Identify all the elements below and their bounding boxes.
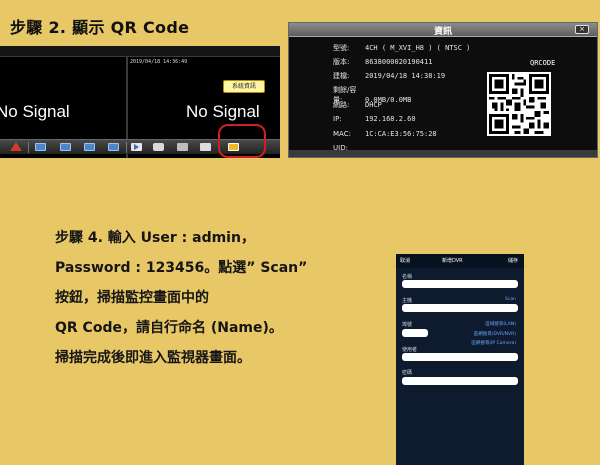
video-icon[interactable]	[177, 143, 188, 151]
qr-code-image	[487, 72, 551, 136]
step4-line: QR Code，請自行命名 (Name)。	[55, 320, 283, 336]
password-label: 密碼	[402, 370, 413, 376]
info-row-version: 版本: 8638000020190411	[333, 57, 432, 69]
user-input[interactable]	[402, 353, 518, 361]
info-value: 8638000020190411	[365, 58, 433, 66]
scan-button[interactable]: Scan	[505, 297, 516, 302]
name-label: 名稱	[402, 274, 413, 280]
info-label: IP:	[333, 115, 342, 123]
info-row-network: 網路: DHCP	[333, 100, 382, 112]
qr-code-label: QRCODE	[530, 59, 556, 67]
dvr-timestamp: 2019/04/18 14:36:49	[130, 59, 188, 65]
info-row-mac: MAC: 1C:CA:E3:56:75:28	[333, 130, 437, 142]
host-input[interactable]	[402, 304, 518, 312]
search-dvr-link[interactable]: 區網搜尋(DVR/NVR)	[474, 331, 516, 337]
info-dialog: 資訊 × 型號: 4CH ( M_XVI_H8 ) ( NTSC ) 版本: 863…	[288, 22, 598, 158]
info-value: 4CH ( M_XVI_H8 ) ( NTSC )	[365, 44, 471, 52]
info-label: 網路:	[333, 101, 350, 109]
info-label: 建檔:	[333, 72, 350, 80]
close-icon[interactable]: ×	[575, 25, 589, 34]
step2-title: 步驟 2. 顯示 QR Code	[10, 18, 190, 37]
toolbar-separator	[28, 142, 29, 153]
search-lan-link[interactable]: 區域搜尋(LAN)	[485, 321, 516, 327]
password-input[interactable]	[402, 377, 518, 385]
save-button[interactable]: 儲存	[508, 254, 518, 268]
phone-nav-title: 新增DVR	[442, 258, 463, 264]
screen-icon[interactable]	[35, 143, 46, 151]
info-row-ip: IP: 192.168.2.60	[333, 115, 416, 127]
channel-left-status: No Signal	[0, 102, 70, 121]
search-camera-link[interactable]: 區網搜尋(IP Camera)	[471, 340, 516, 346]
qr-code-icon	[489, 74, 549, 134]
info-label: MAC:	[333, 130, 351, 138]
system-info-tooltip: 系統資訊	[223, 80, 265, 93]
info-row-model: 型號: 4CH ( M_XVI_H8 ) ( NTSC )	[333, 43, 470, 55]
dialog-title: 資訊	[433, 27, 452, 37]
channel-right-status: No Signal	[186, 102, 260, 121]
toolbar-separator	[126, 142, 127, 153]
info-row-build: 建檔: 2019/04/18 14:38:19	[333, 71, 445, 83]
info-label: 版本:	[333, 58, 350, 66]
camera-icon[interactable]	[153, 143, 164, 151]
step4-instructions: 步驟 4. 輸入 User : admin， Password : 123456…	[55, 223, 375, 373]
info-button-highlight	[218, 124, 266, 158]
dialog-titlebar: 資訊 ×	[289, 23, 597, 37]
screen-icon[interactable]	[60, 143, 71, 151]
info-label: 型號:	[333, 44, 350, 52]
step4-line: 步驟 4. 輸入 User : admin，	[55, 230, 255, 246]
network-icon[interactable]	[200, 143, 211, 151]
cancel-button[interactable]: 取消	[400, 254, 410, 268]
name-input[interactable]	[402, 280, 518, 288]
port-label: 埠號	[402, 322, 413, 328]
play-icon[interactable]	[131, 143, 142, 151]
info-value: 1C:CA:E3:56:75:28	[365, 130, 437, 138]
info-value: 2019/04/18 14:38:19	[365, 72, 446, 80]
phone-add-dvr-screen: 取消 新增DVR 儲存 名稱 主機 Scan 埠號 區域搜尋(LAN) 區網搜尋…	[396, 254, 524, 465]
screen-icon[interactable]	[108, 143, 119, 151]
info-value: DHCP	[365, 101, 382, 109]
step4-line: Password : 123456。點選” Scan”	[55, 260, 308, 276]
dvr-top-bar	[0, 46, 280, 56]
phone-nav-bar: 取消 新增DVR 儲存	[396, 254, 524, 268]
host-label: 主機	[402, 298, 413, 304]
user-label: 使用者	[402, 347, 418, 353]
dvr-divider-horizontal	[0, 56, 280, 57]
step4-line: 掃描完成後即進入監視器畫面。	[55, 350, 251, 366]
screen-icon[interactable]	[84, 143, 95, 151]
step4-line: 按鈕，掃描監控畫面中的	[55, 290, 209, 306]
home-icon[interactable]	[10, 142, 22, 151]
info-row-storage: 剩餘/容量: 0.0MB/0.0MB	[333, 85, 411, 104]
info-value: 192.168.2.60	[365, 115, 416, 123]
dialog-bottom-bar	[289, 150, 597, 157]
port-input[interactable]	[402, 329, 428, 337]
